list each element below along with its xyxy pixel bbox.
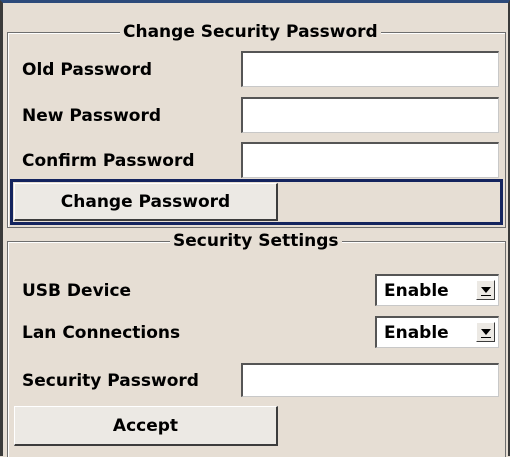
- security-settings-group-title: Security Settings: [170, 230, 342, 252]
- usb-device-value: Enable: [384, 281, 449, 301]
- usb-device-select[interactable]: Enable: [375, 274, 499, 306]
- lan-connections-select[interactable]: Enable: [375, 316, 499, 348]
- old-password-field[interactable]: [241, 51, 499, 87]
- chevron-down-icon[interactable]: [476, 322, 495, 342]
- confirm-password-field[interactable]: [241, 142, 499, 178]
- chevron-down-icon[interactable]: [476, 280, 495, 300]
- lan-connections-value: Enable: [384, 323, 449, 343]
- change-password-group: Change Security Password Old Password Ne…: [7, 21, 506, 228]
- old-password-label: Old Password: [22, 60, 153, 80]
- accept-button[interactable]: Accept: [14, 406, 278, 446]
- confirm-password-label: Confirm Password: [22, 151, 195, 171]
- usb-device-label: USB Device: [22, 281, 132, 301]
- security-password-label: Security Password: [22, 371, 199, 391]
- new-password-field[interactable]: [241, 97, 499, 133]
- lan-connections-label: Lan Connections: [22, 323, 181, 343]
- new-password-label: New Password: [22, 106, 162, 126]
- change-password-button[interactable]: Change Password: [14, 183, 278, 221]
- change-password-group-title: Change Security Password: [120, 21, 381, 43]
- security-password-field[interactable]: [241, 363, 499, 397]
- security-settings-group: Security Settings USB Device Enable Lan …: [7, 230, 506, 457]
